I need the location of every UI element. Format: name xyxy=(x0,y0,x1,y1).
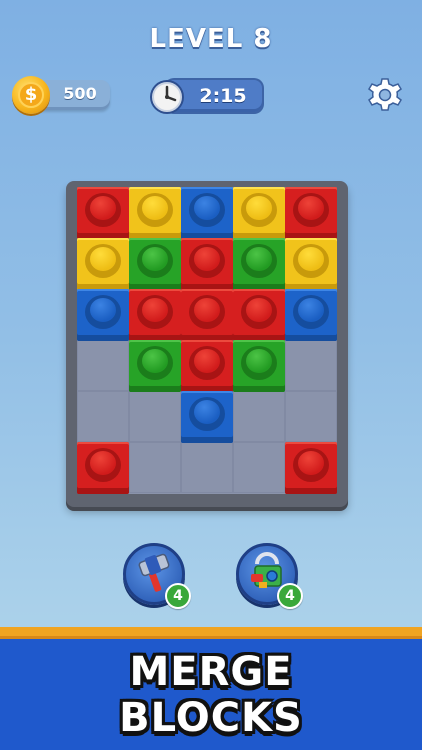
banner-line-1: MERGE xyxy=(129,649,293,695)
board-cell[interactable] xyxy=(77,391,129,442)
hammer-count-badge: 4 xyxy=(165,583,191,609)
block-stud xyxy=(241,295,277,329)
green-block[interactable] xyxy=(129,340,181,392)
block-stud xyxy=(241,346,277,380)
red-block[interactable] xyxy=(285,187,337,239)
coin-symbol: $ xyxy=(18,82,44,108)
green-block[interactable] xyxy=(129,238,181,290)
red-block[interactable] xyxy=(77,187,129,239)
board-cell[interactable] xyxy=(285,391,337,442)
block-stud xyxy=(293,448,329,482)
block-stud xyxy=(137,295,173,329)
block-stud xyxy=(189,346,225,380)
block-stud xyxy=(85,295,121,329)
block-stud xyxy=(189,295,225,329)
block-stud xyxy=(85,244,121,278)
block-stud xyxy=(85,193,121,227)
red-block[interactable] xyxy=(285,442,337,494)
board-cell[interactable] xyxy=(129,391,181,442)
block-stud xyxy=(241,244,277,278)
block-stud xyxy=(293,193,329,227)
red-block[interactable] xyxy=(181,238,233,290)
yellow-block[interactable] xyxy=(77,238,129,290)
game-board xyxy=(66,181,348,507)
magnet-count-badge: 4 xyxy=(277,583,303,609)
green-block[interactable] xyxy=(233,340,285,392)
block-stud xyxy=(85,448,121,482)
board-cell[interactable] xyxy=(77,340,129,391)
banner-line-2: BLOCKS xyxy=(119,695,303,741)
blue-block[interactable] xyxy=(181,391,233,443)
block-stud xyxy=(137,346,173,380)
board-cell[interactable] xyxy=(129,442,181,493)
block-stud xyxy=(241,193,277,227)
board-cell[interactable] xyxy=(285,340,337,391)
board-cell[interactable] xyxy=(233,391,285,442)
level-title: LEVEL 8 xyxy=(149,24,273,54)
blue-block[interactable] xyxy=(285,289,337,341)
red-block[interactable] xyxy=(129,289,181,341)
block-stud xyxy=(293,244,329,278)
block-stud xyxy=(137,193,173,227)
red-block[interactable] xyxy=(181,289,233,341)
red-block[interactable] xyxy=(181,340,233,392)
banner-stripe xyxy=(0,627,422,639)
blue-block[interactable] xyxy=(77,289,129,341)
blue-block[interactable] xyxy=(181,187,233,239)
clock-icon xyxy=(150,80,184,114)
board-cell[interactable] xyxy=(233,442,285,493)
coin-value: 500 xyxy=(63,84,97,103)
block-stud xyxy=(137,244,173,278)
block-stud xyxy=(189,397,225,431)
board-cell[interactable] xyxy=(181,442,233,493)
gear-icon[interactable] xyxy=(366,76,404,114)
timer-value: 2:15 xyxy=(199,85,247,107)
block-stud xyxy=(293,295,329,329)
block-stud xyxy=(189,193,225,227)
block-stud xyxy=(189,244,225,278)
red-block[interactable] xyxy=(77,442,129,494)
coin-icon: $ xyxy=(12,76,50,114)
yellow-block[interactable] xyxy=(233,187,285,239)
red-block[interactable] xyxy=(233,289,285,341)
board-grid xyxy=(77,187,337,494)
yellow-block[interactable] xyxy=(285,238,337,290)
promo-banner: MERGE BLOCKS xyxy=(0,639,422,750)
green-block[interactable] xyxy=(233,238,285,290)
yellow-block[interactable] xyxy=(129,187,181,239)
